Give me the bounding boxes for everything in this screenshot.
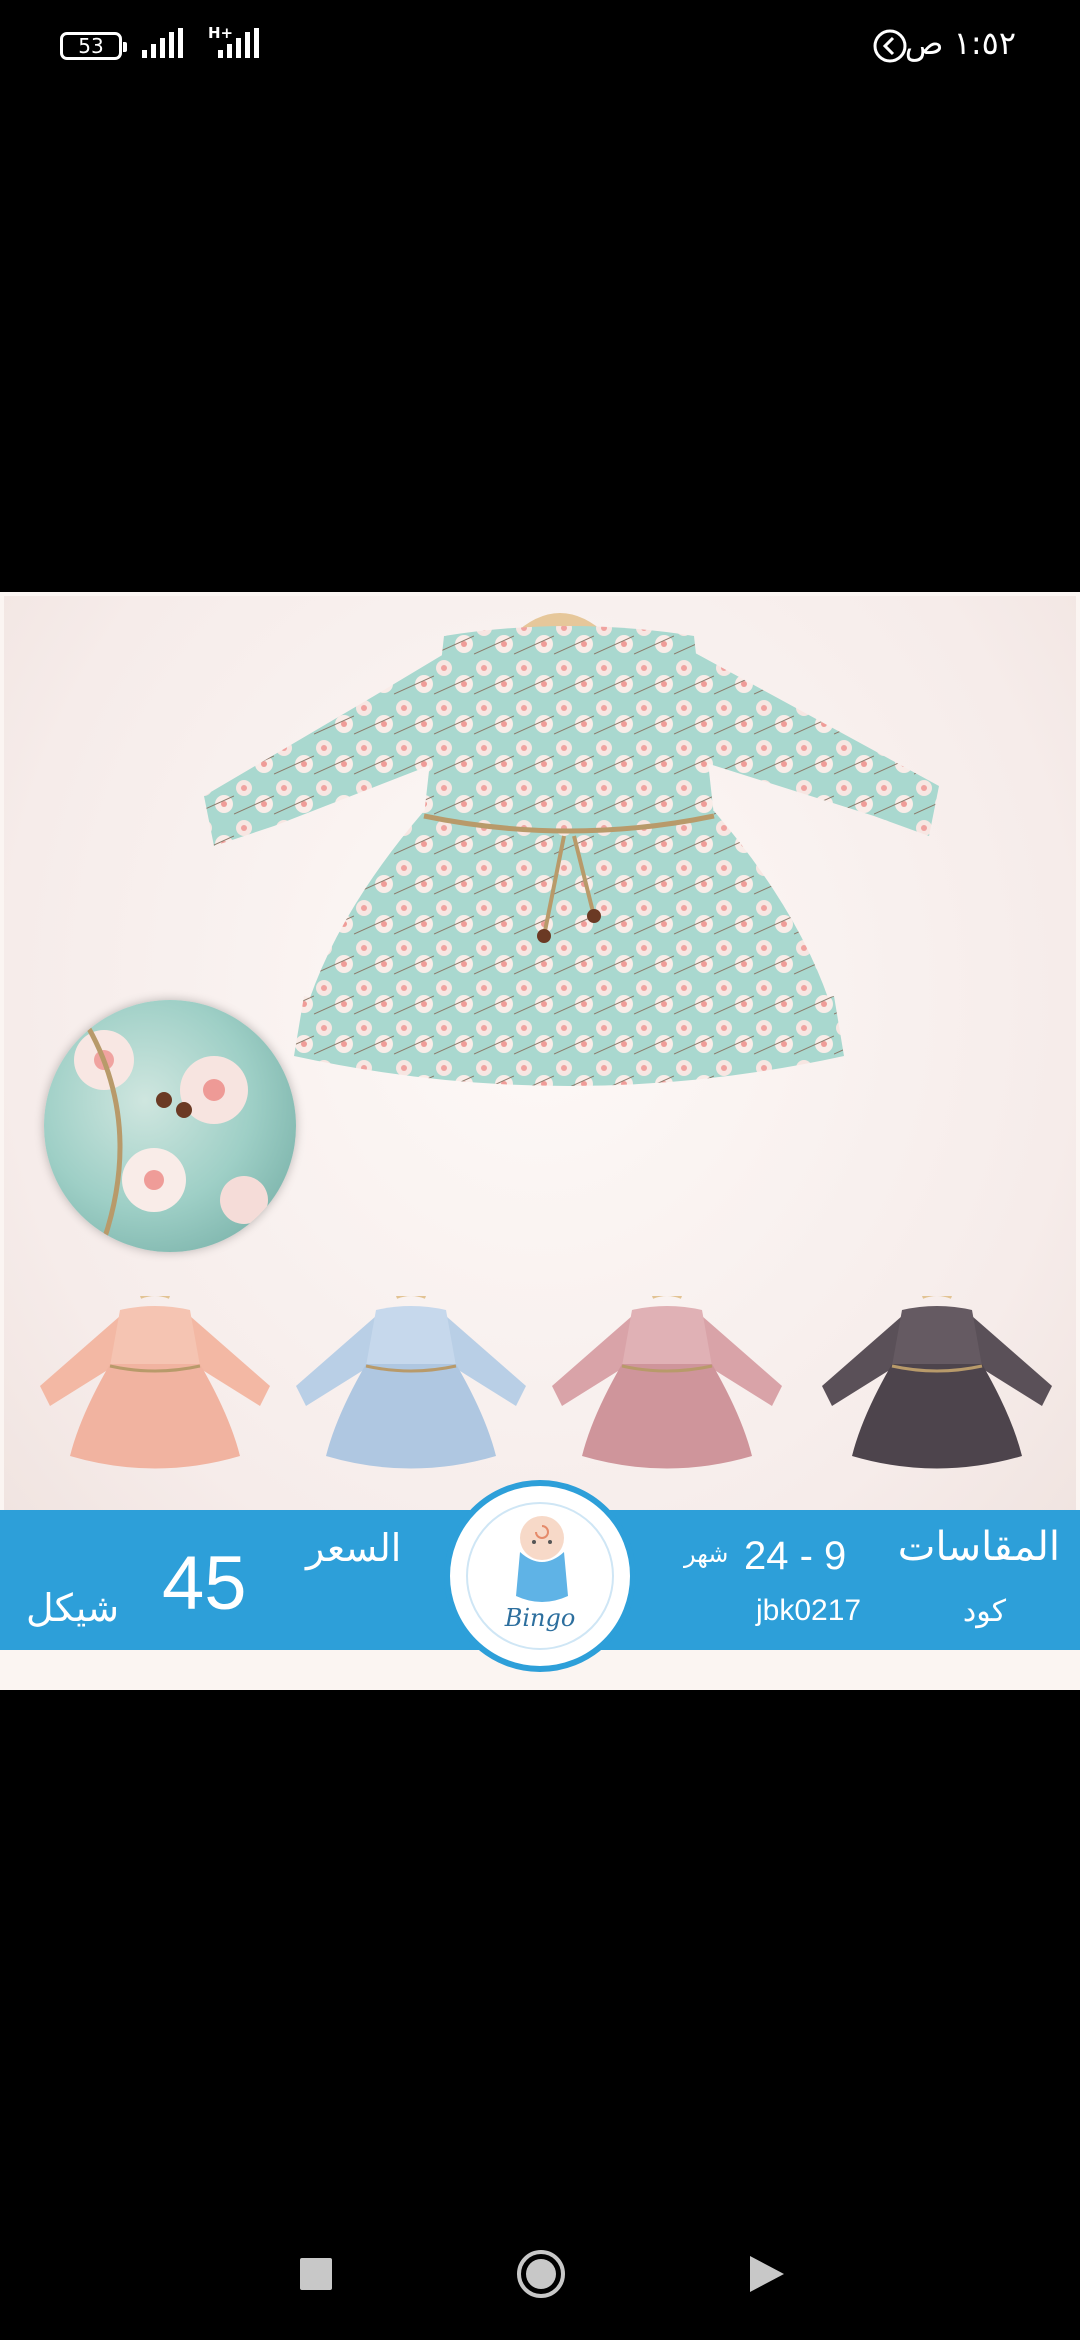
brand-name: Bingo (504, 1604, 576, 1632)
sizes-value: 24 - 9 (744, 1534, 847, 1578)
recents-icon[interactable] (300, 2258, 332, 2294)
baby-icon (516, 1516, 568, 1602)
clock: ١:٥٢ ص (904, 24, 1016, 62)
variant-rose-dress (552, 1296, 782, 1469)
battery-level: 53 (78, 34, 104, 58)
detail-zoom-image (44, 1000, 296, 1252)
main-dress (204, 626, 939, 1086)
battery-icon: 53 (60, 32, 127, 60)
code-label: كود (962, 1594, 1006, 1629)
status-bar: 53 H+ ١:٥٢ ص (0, 0, 1080, 90)
sizes-label: المقاسات (897, 1524, 1060, 1570)
code-value: jbk0217 (756, 1594, 862, 1627)
currency-label: شيكل (26, 1586, 120, 1630)
product-photo (4, 596, 1076, 1596)
brand-logo: Bingo (444, 1480, 636, 1672)
price-label: السعر (306, 1526, 402, 1570)
sync-icon (872, 28, 908, 68)
signal-2-icon (218, 28, 260, 58)
product-image[interactable]: المقاسات 24 - 9 شهر كود jbk0217 السعر 45… (0, 592, 1080, 1690)
home-icon[interactable] (515, 2248, 567, 2304)
variant-dark-dress (822, 1296, 1052, 1469)
variant-blue-dress (296, 1296, 526, 1469)
back-icon[interactable] (750, 2256, 784, 2296)
sizes-unit: شهر (684, 1540, 729, 1568)
signal-icon (142, 28, 184, 58)
price-value: 45 (162, 1541, 247, 1626)
navigation-bar (0, 2220, 1080, 2340)
variant-peach-dress (40, 1296, 270, 1469)
